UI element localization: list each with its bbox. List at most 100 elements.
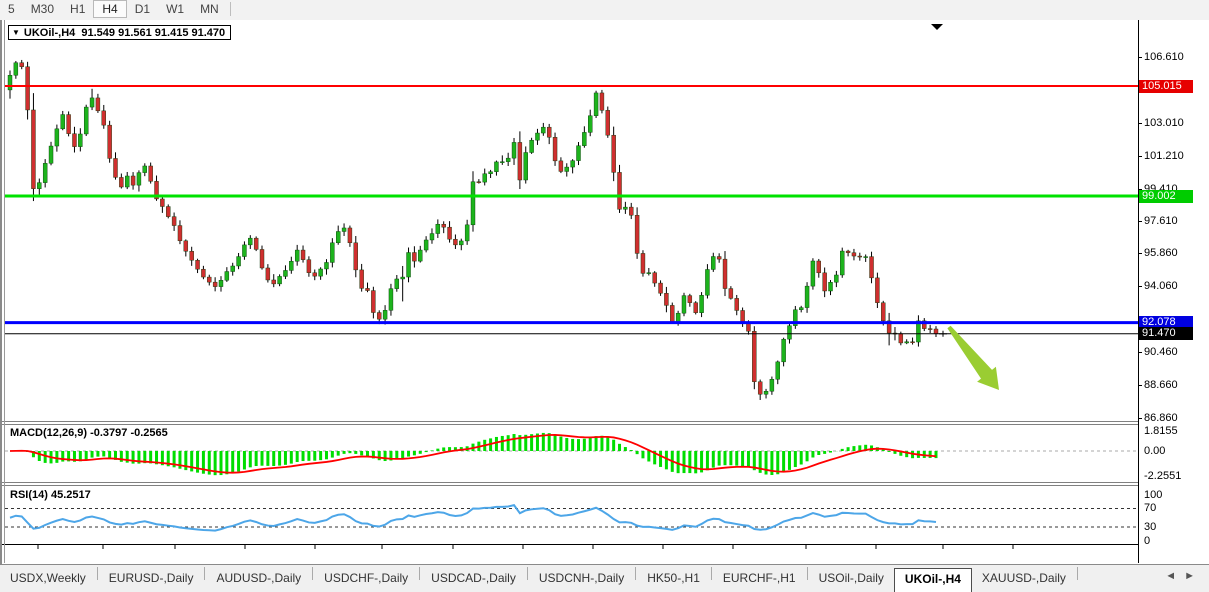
bear-candle: [307, 260, 311, 273]
bull-candle: [805, 286, 809, 307]
tab-separator: [1077, 567, 1078, 580]
bull-candle: [705, 269, 709, 295]
rsi-tick-label: 100: [1144, 489, 1162, 501]
bull-candle: [782, 339, 786, 362]
bear-candle: [20, 63, 24, 67]
bear-candle: [875, 278, 879, 303]
price-tick-mark: [1138, 156, 1142, 157]
bear-candle: [823, 273, 827, 291]
bull-candle: [776, 362, 780, 379]
bull-candle: [389, 289, 393, 311]
bull-candle: [864, 257, 868, 258]
tab-scroll-arrows[interactable]: ◄►: [1165, 570, 1203, 582]
tab-usdcad-daily[interactable]: USDCAD-,Daily: [421, 568, 526, 589]
bull-candle: [494, 162, 498, 172]
bear-candle: [729, 289, 733, 299]
timeframe-button-5[interactable]: 5: [0, 0, 23, 18]
bear-candle: [448, 227, 452, 239]
bear-candle: [629, 207, 633, 215]
bear-candle: [928, 329, 932, 330]
tab-xauusd-daily[interactable]: XAUUSD-,Daily: [972, 568, 1076, 589]
price-tick-mark: [1138, 57, 1142, 58]
timeframe-button-mn[interactable]: MN: [192, 0, 227, 18]
tab-usdx-weekly[interactable]: USDX,Weekly: [0, 568, 96, 589]
price-chart-plot[interactable]: [2, 20, 1139, 592]
bull-candle: [535, 133, 539, 140]
bear-candle: [746, 324, 750, 332]
bull-candle: [248, 238, 252, 245]
tab-separator: [204, 567, 205, 580]
bear-candle: [735, 298, 739, 310]
bull-candle: [84, 107, 88, 134]
bear-candle: [442, 224, 446, 227]
bear-candle: [196, 260, 200, 269]
chart-window[interactable]: ▼UKOil-,H4 91.549 91.561 91.415 91.470 M…: [0, 20, 1209, 592]
bear-candle: [178, 226, 182, 241]
bull-candle: [582, 132, 586, 145]
price-tick-label: 88.660: [1144, 379, 1178, 391]
bull-candle: [430, 234, 434, 240]
tab-usdchf-daily[interactable]: USDCHF-,Daily: [314, 568, 418, 589]
bull-candle: [383, 310, 387, 319]
bear-candle: [149, 166, 153, 181]
timeframe-button-h1[interactable]: H1: [62, 0, 93, 18]
rsi-label: RSI(14) 45.2517: [10, 489, 91, 501]
tab-usdcnh-daily[interactable]: USDCNH-,Daily: [529, 568, 634, 589]
bear-candle: [272, 280, 276, 284]
tab-eurusd-daily[interactable]: EURUSD-,Daily: [99, 568, 204, 589]
bull-candle: [530, 140, 534, 152]
timeframe-button-d1[interactable]: D1: [127, 0, 158, 18]
bull-candle: [576, 146, 580, 161]
bear-candle: [131, 176, 135, 185]
chart-shift-marker-icon[interactable]: [931, 24, 943, 30]
bear-candle: [477, 182, 481, 183]
bear-candle: [752, 331, 756, 382]
bull-candle: [829, 282, 833, 291]
bear-candle: [366, 288, 370, 290]
bull-candle: [541, 127, 545, 133]
bear-candle: [518, 142, 522, 180]
tab-usoil-daily[interactable]: USOil-,Daily: [809, 568, 894, 589]
tab-scroll-right-icon[interactable]: ►: [1184, 570, 1203, 582]
bull-candle: [395, 279, 399, 289]
bull-candle: [43, 163, 47, 182]
bull-candle: [225, 272, 229, 281]
bear-candle: [260, 249, 264, 268]
bull-candle: [459, 241, 463, 245]
bull-candle: [8, 75, 12, 90]
tab-separator: [419, 567, 420, 580]
bear-candle: [371, 291, 375, 313]
chart-ohlc-values: 91.549 91.561 91.415 91.470: [81, 27, 225, 39]
timeframe-button-w1[interactable]: W1: [158, 0, 192, 18]
tab-separator: [97, 567, 98, 580]
bull-candle: [571, 161, 575, 167]
timeframe-button-m30[interactable]: M30: [23, 0, 62, 18]
macd-tick-label: -2.2551: [1144, 470, 1181, 482]
tab-eurchf-h1[interactable]: EURCHF-,H1: [713, 568, 806, 589]
price-tick-label: 103.010: [1144, 117, 1184, 129]
bear-candle: [723, 259, 727, 288]
tab-audusd-daily[interactable]: AUDUSD-,Daily: [206, 568, 311, 589]
bull-candle: [330, 243, 334, 263]
tab-hk50-h1[interactable]: HK50-,H1: [637, 568, 710, 589]
bear-candle: [166, 207, 170, 217]
bear-candle: [301, 250, 305, 260]
bull-candle: [524, 153, 528, 180]
bull-candle: [289, 261, 293, 270]
bull-candle: [336, 231, 340, 242]
price-tick-label: 90.460: [1144, 346, 1178, 358]
collapse-icon[interactable]: ▼: [12, 26, 20, 39]
price-tick-mark: [1138, 352, 1142, 353]
bull-candle: [565, 167, 569, 171]
symbol-tabbar: USDX,WeeklyEURUSD-,DailyAUDUSD-,DailyUSD…: [0, 564, 1209, 592]
bull-candle: [61, 115, 65, 129]
bear-candle: [201, 269, 205, 277]
price-tick-mark: [1138, 123, 1142, 124]
price-badge: 99.002: [1139, 190, 1193, 203]
sell-arrow-annotation[interactable]: [947, 326, 999, 390]
bull-candle: [764, 391, 768, 394]
tab-scroll-left-icon[interactable]: ◄: [1165, 570, 1184, 582]
tab-ukoil-h4[interactable]: UKOil-,H4: [894, 568, 972, 592]
timeframe-button-h4[interactable]: H4: [93, 0, 126, 18]
bull-candle: [143, 166, 147, 173]
